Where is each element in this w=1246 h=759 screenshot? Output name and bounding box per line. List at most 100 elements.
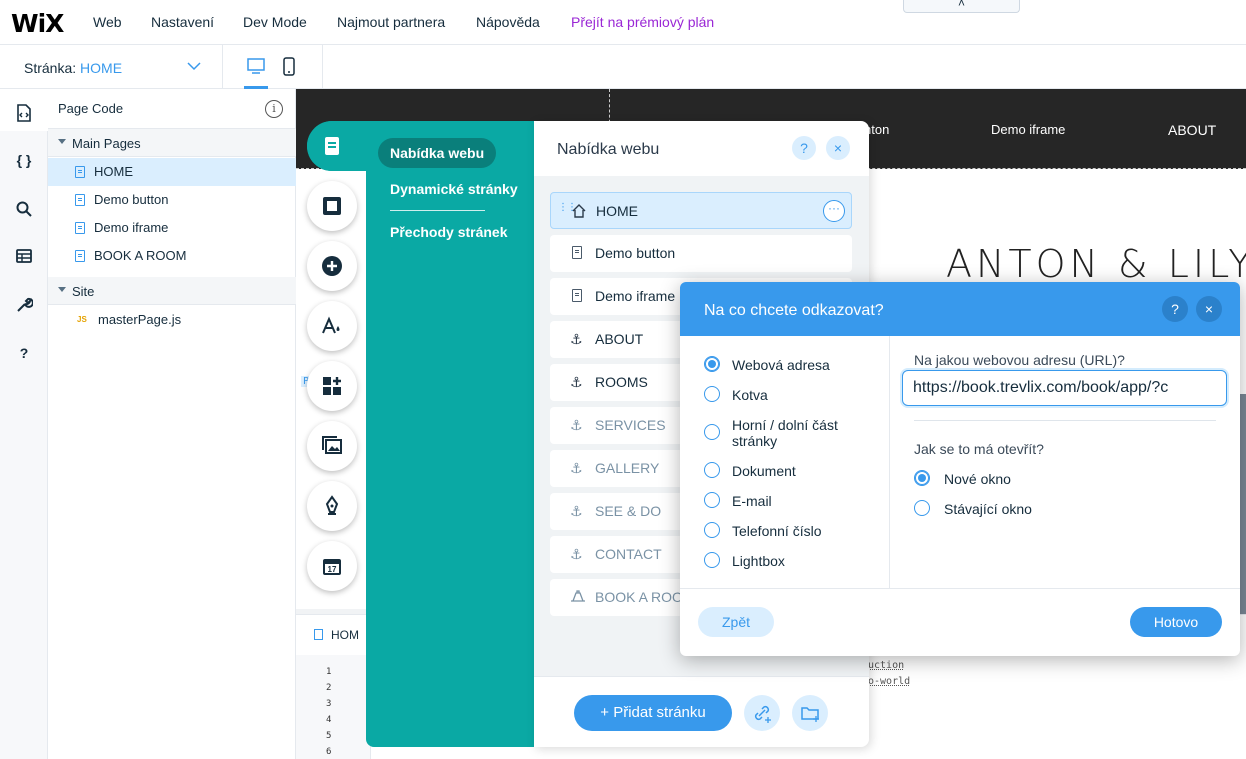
radio-top-bottom[interactable] bbox=[704, 424, 720, 440]
code-tab-home[interactable]: HOM bbox=[314, 628, 359, 642]
collapse-topbar-button[interactable]: ˄ bbox=[903, 0, 1020, 13]
menu-upgrade-premium[interactable]: Přejít na prémiový plán bbox=[571, 14, 714, 30]
menu-dev-mode[interactable]: Dev Mode bbox=[243, 14, 307, 30]
add-folder-button[interactable] bbox=[792, 695, 828, 731]
collapse-triangle-icon bbox=[58, 139, 66, 144]
radio-anchor[interactable] bbox=[704, 386, 720, 402]
close-button[interactable]: × bbox=[826, 136, 850, 160]
site-brand-title[interactable]: ANTON & LILY bbox=[946, 242, 1246, 286]
page-item-label: BOOK A ROO bbox=[595, 589, 683, 605]
site-nav-item[interactable]: Demo iframe bbox=[991, 122, 1065, 137]
line-number: 5 bbox=[326, 731, 332, 741]
page-item-demo-button[interactable]: Demo button bbox=[550, 235, 852, 272]
nav-divider bbox=[390, 210, 485, 211]
section-main-pages[interactable]: Main Pages bbox=[48, 129, 296, 157]
back-button[interactable]: Zpět bbox=[698, 607, 774, 637]
bookings-calendar-button[interactable]: 17 bbox=[307, 541, 357, 591]
more-options-button[interactable]: ··· bbox=[823, 200, 845, 222]
media-button[interactable] bbox=[307, 421, 357, 471]
help-button[interactable]: ? bbox=[1162, 296, 1188, 322]
page-toolbar: Stránka: HOME bbox=[0, 45, 1246, 89]
pages-menu-button[interactable] bbox=[307, 121, 357, 171]
help-button[interactable]: ? bbox=[792, 136, 816, 160]
radio-phone[interactable] bbox=[704, 522, 720, 538]
radio-email[interactable] bbox=[704, 492, 720, 508]
option-label: Stávající okno bbox=[944, 501, 1032, 517]
search-icon[interactable] bbox=[14, 200, 34, 220]
chevron-down-icon[interactable] bbox=[187, 59, 201, 74]
help-question-icon[interactable]: ? bbox=[14, 345, 34, 365]
tab-dynamic-pages[interactable]: Dynamické stránky bbox=[390, 181, 518, 197]
sidebar-item-home[interactable]: HOME bbox=[48, 158, 296, 186]
code-link[interactable]: o-world bbox=[868, 676, 910, 687]
dev-tools-rail: { } ? bbox=[0, 89, 48, 759]
site-menu-nav: Nabídka webu Dynamické stránky Přechody … bbox=[366, 121, 534, 747]
page-icon bbox=[75, 250, 85, 262]
page-item-label: GALLERY bbox=[595, 460, 660, 476]
wix-logo[interactable]: WiX bbox=[11, 9, 64, 38]
line-number: 6 bbox=[326, 747, 332, 757]
home-icon bbox=[571, 203, 587, 222]
radio-new-window[interactable] bbox=[914, 470, 930, 486]
add-element-button[interactable] bbox=[307, 241, 357, 291]
page-icon bbox=[75, 166, 85, 178]
database-table-icon[interactable] bbox=[14, 248, 34, 268]
line-number: 3 bbox=[326, 699, 332, 709]
radio-web-address[interactable] bbox=[704, 356, 720, 372]
theme-design-button[interactable] bbox=[307, 301, 357, 351]
add-link-button[interactable] bbox=[744, 695, 780, 731]
sidebar-item-label: HOME bbox=[94, 164, 133, 179]
option-label: Telefonní číslo bbox=[732, 523, 822, 539]
add-apps-button[interactable] bbox=[307, 361, 357, 411]
sidebar-item-demo-button[interactable]: Demo button bbox=[48, 186, 296, 214]
sidebar-header: Page Code i bbox=[48, 89, 296, 129]
site-nav-item[interactable]: ABOUT bbox=[1168, 122, 1216, 138]
section-site[interactable]: Site bbox=[48, 277, 296, 305]
page-selector-value: HOME bbox=[80, 60, 123, 76]
blog-pen-button[interactable] bbox=[307, 481, 357, 531]
radio-lightbox[interactable] bbox=[704, 552, 720, 568]
option-label: Webová adresa bbox=[732, 357, 830, 373]
code-braces-icon[interactable]: { } bbox=[14, 152, 34, 172]
menu-web[interactable]: Web bbox=[93, 14, 122, 30]
page-icon bbox=[75, 222, 85, 234]
sidebar-item-label: Demo button bbox=[94, 192, 169, 207]
option-label: Kotva bbox=[732, 387, 768, 403]
close-button[interactable]: × bbox=[1196, 296, 1222, 322]
dialog-footer: Zpět Hotovo bbox=[680, 588, 1240, 656]
section-label: Site bbox=[72, 284, 95, 299]
line-gutter: 1 2 3 4 5 6 bbox=[296, 655, 371, 759]
dialog-title: Na co chcete odkazovat? bbox=[704, 302, 884, 319]
sidebar-item-demo-iframe[interactable]: Demo iframe bbox=[48, 214, 296, 242]
page-item-label: ROOMS bbox=[595, 374, 648, 390]
page-item-label: CONTACT bbox=[595, 546, 662, 562]
done-button[interactable]: Hotovo bbox=[1130, 607, 1222, 637]
menu-help[interactable]: Nápověda bbox=[476, 14, 540, 30]
section-label: Main Pages bbox=[72, 136, 141, 151]
radio-current-window[interactable] bbox=[914, 500, 930, 516]
background-button[interactable] bbox=[307, 181, 357, 231]
desktop-view-icon[interactable] bbox=[246, 57, 266, 78]
svg-text:17: 17 bbox=[328, 565, 337, 574]
anchor-icon: ⚓ bbox=[570, 503, 583, 519]
add-page-button[interactable]: + Přidat stránku bbox=[574, 695, 732, 731]
code-link[interactable]: uction bbox=[868, 660, 904, 671]
menu-hire-partner[interactable]: Najmout partnera bbox=[337, 14, 445, 30]
menu-settings[interactable]: Nastavení bbox=[151, 14, 214, 30]
tab-page-transitions[interactable]: Přechody stránek bbox=[390, 224, 508, 240]
url-input[interactable]: https://book.trevlix.com/book/app/?c bbox=[902, 370, 1227, 406]
sidebar-title: Page Code bbox=[58, 101, 124, 116]
page-item-label: Demo button bbox=[595, 245, 676, 261]
info-icon[interactable]: i bbox=[265, 100, 283, 118]
page-item-home[interactable]: ⋮⋮ HOME ··· bbox=[550, 192, 852, 229]
page-item-label: ABOUT bbox=[595, 331, 644, 347]
tab-site-menu[interactable]: Nabídka webu bbox=[378, 138, 497, 168]
page-code-icon[interactable] bbox=[14, 103, 34, 123]
sidebar-item-masterpage[interactable]: JS masterPage.js bbox=[48, 306, 296, 334]
mobile-view-icon[interactable] bbox=[283, 57, 295, 80]
wrench-icon[interactable] bbox=[14, 296, 34, 316]
sidebar-item-book-a-room[interactable]: BOOK A ROOM bbox=[48, 242, 296, 270]
page-selector[interactable]: Stránka: HOME bbox=[24, 60, 122, 76]
toolbar-divider bbox=[322, 45, 323, 89]
radio-document[interactable] bbox=[704, 462, 720, 478]
